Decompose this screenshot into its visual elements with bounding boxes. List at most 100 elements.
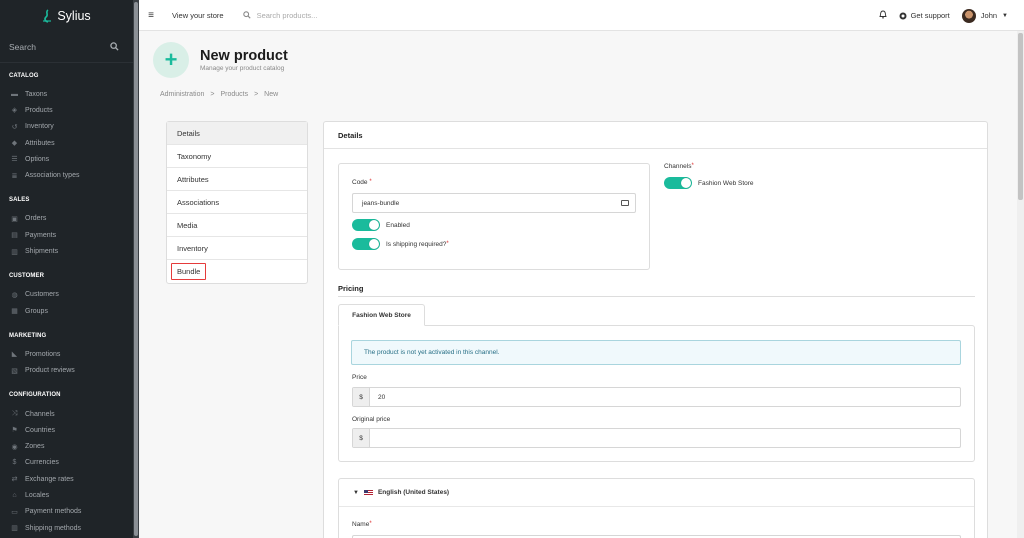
sidebar-item-association-types[interactable]: ≣ Association types (0, 167, 133, 183)
user-menu[interactable]: John ▼ (961, 8, 1008, 23)
users-icon: ◍ (11, 291, 18, 299)
shipping-required-toggle[interactable] (352, 238, 380, 250)
sidebar-item-taxons[interactable]: ▬ Taxons (0, 86, 133, 102)
sidebar-item-label: Groups (25, 307, 48, 315)
sidebar-item-payment-methods[interactable]: ▭ Payment methods (0, 504, 133, 520)
sidebar-item-shipping-methods[interactable]: ▥ Shipping methods (0, 520, 133, 536)
tab-label: Media (177, 220, 198, 230)
sidebar: Sylius Search CATALOG ▬ Taxons ◈ Products ↺ In… (0, 0, 133, 538)
sidebar-item-options[interactable]: ☰ Options (0, 151, 133, 167)
details-heading: Details (324, 122, 987, 149)
sidebar-item-label: Exchange rates (25, 475, 74, 483)
tab-label: Attributes (177, 174, 209, 184)
code-field[interactable]: jeans-bundle (352, 193, 636, 213)
sidebar-item-zones[interactable]: ◉ Zones (0, 438, 133, 454)
search-icon (110, 42, 119, 51)
tab-inventory[interactable]: Inventory (167, 237, 307, 260)
currency-label: $ (353, 388, 370, 406)
sidebar-item-channels[interactable]: ⤨ Channels (0, 406, 133, 422)
sidebar-item-label: Shipping methods (25, 524, 82, 532)
sidebar-search[interactable]: Search (0, 31, 133, 63)
shipping-icon: ▥ (11, 525, 18, 533)
sidebar-item-label: Locales (25, 491, 50, 499)
sidebar-item-orders[interactable]: ▣ Orders (0, 211, 133, 227)
sidebar-item-groups[interactable]: ▦ Groups (0, 303, 133, 319)
sidebar-item-label: Attributes (25, 139, 55, 147)
sidebar-item-shipments[interactable]: ▥ Shipments (0, 243, 133, 259)
sidebar-item-exchange-rates[interactable]: ⇄ Exchange rates (0, 471, 133, 487)
sidebar-section-customer: CUSTOMER ◍ Customers ▦ Groups (0, 270, 133, 320)
archive-icon: ▦ (11, 308, 18, 316)
tasks-icon: ≣ (11, 172, 18, 180)
search-input[interactable]: Search products... (257, 11, 318, 20)
code-label: Code * (352, 179, 372, 186)
price-label: Price (352, 374, 367, 381)
tab-taxonomy[interactable]: Taxonomy (167, 145, 307, 168)
exchange-icon: ⇄ (11, 476, 18, 484)
locale-name: English (United States) (377, 489, 450, 496)
sidebar-item-currencies[interactable]: $ Currencies (0, 455, 133, 471)
sidebar-item-label: Payments (25, 231, 57, 239)
sidebar-item-attributes[interactable]: ◆ Attributes (0, 135, 133, 151)
sidebar-item-countries[interactable]: ⚑ Countries (0, 422, 133, 438)
price-field[interactable]: $ 20 (352, 387, 961, 407)
tab-details[interactable]: Details (167, 122, 307, 145)
tab-bundle[interactable]: Bundle (167, 260, 307, 283)
page-scrollbar[interactable] (1017, 31, 1024, 538)
breadcrumb-administration[interactable]: Administration (160, 91, 204, 98)
top-search[interactable]: Search products... (242, 11, 318, 20)
sidebar-item-label: Payment methods (25, 508, 82, 516)
sidebar-item-product-reviews[interactable]: ▧ Product reviews (0, 363, 133, 379)
enabled-toggle[interactable] (352, 219, 380, 231)
product-tabs: Details Taxonomy Attributes Associations… (166, 121, 308, 284)
sidebar-item-locales[interactable]: ⌂ Locales (0, 487, 133, 503)
bell-icon[interactable] (878, 10, 887, 21)
code-value: jeans-bundle (362, 199, 400, 207)
sidebar-item-customers[interactable]: ◍ Customers (0, 287, 133, 303)
tab-associations[interactable]: Associations (167, 191, 307, 214)
tab-fashion-web-store[interactable]: Fashion Web Store (338, 304, 425, 326)
sidebar-item-label: Association types (25, 172, 80, 180)
sylius-logo[interactable]: Sylius (0, 0, 133, 31)
history-icon: ↺ (11, 123, 18, 131)
sidebar-item-label: Orders (25, 215, 47, 223)
cube-icon: ◈ (11, 107, 18, 115)
support-icon (899, 12, 907, 19)
truck-icon: ▥ (11, 248, 18, 256)
view-store-link[interactable]: View your store (172, 11, 224, 20)
tab-attributes[interactable]: Attributes (167, 168, 307, 191)
sidebar-item-promotions[interactable]: ◣ Promotions (0, 346, 133, 362)
sidebar-section-sales: SALES ▣ Orders ▤ Payments ▥ Shipments (0, 194, 133, 260)
sidebar-item-label: Shipments (25, 248, 59, 256)
sidebar-item-label: Currencies (25, 459, 59, 467)
channel-toggle[interactable] (664, 177, 692, 189)
id-card-icon (621, 200, 629, 206)
shipping-row: Is shipping required?* (352, 238, 449, 250)
payment-icon: ▤ (11, 232, 18, 240)
sidebar-item-label: Channels (25, 410, 55, 418)
tab-media[interactable]: Media (167, 214, 307, 237)
breadcrumb-products[interactable]: Products (220, 91, 248, 98)
translate-icon: ⌂ (12, 491, 17, 499)
sidebar-search-label: Search (9, 41, 36, 52)
menu-toggle-icon[interactable]: ≡ (139, 10, 163, 21)
sidebar-item-products[interactable]: ◈ Products (0, 102, 133, 118)
page-subtitle: Manage your product catalog (200, 65, 285, 72)
sidebar-item-label: Inventory (25, 123, 54, 131)
support-link[interactable]: Get support (899, 11, 950, 20)
sidebar-section-configuration: CONFIGURATION ⤨ Channels ⚑ Countries ◉ Zones $ C… (0, 389, 133, 536)
search-icon (242, 11, 251, 19)
sidebar-item-label: Products (25, 106, 53, 114)
original-price-field[interactable]: $ (352, 428, 961, 448)
user-name: John (980, 11, 998, 20)
avatar (961, 8, 976, 23)
translation-panel: ▼ English (United States) Name* (338, 478, 975, 538)
sidebar-item-payments[interactable]: ▤ Payments (0, 227, 133, 243)
breadcrumb-new: New (264, 91, 279, 98)
info-message: The product is not yet activated in this… (351, 340, 961, 365)
support-label: Get support (910, 11, 950, 20)
plus-icon: + (153, 42, 189, 78)
sidebar-scrollbar[interactable] (133, 0, 139, 538)
locale-accordion-title[interactable]: ▼ English (United States) (339, 479, 974, 507)
sidebar-item-inventory[interactable]: ↺ Inventory (0, 119, 133, 135)
